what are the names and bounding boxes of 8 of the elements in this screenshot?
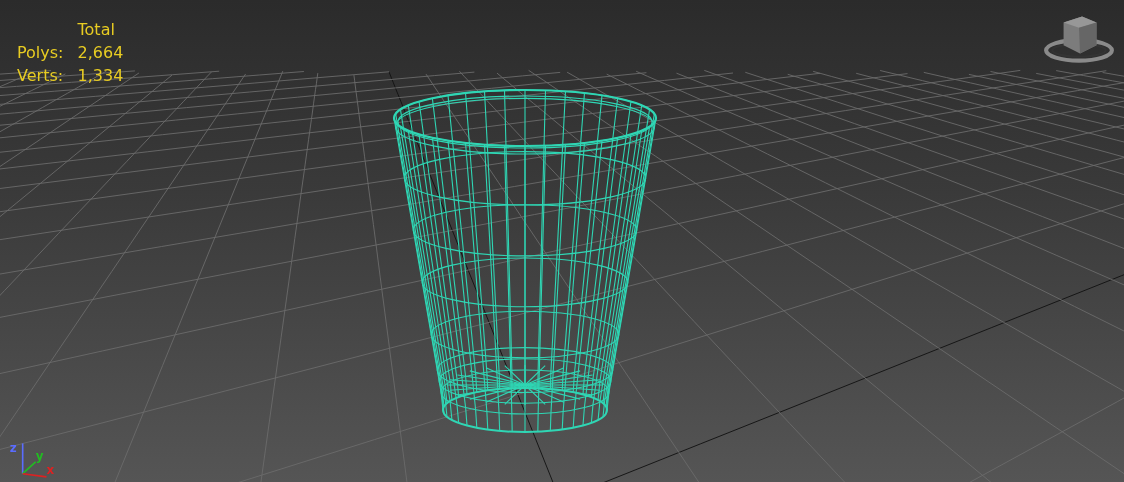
stats-column-header: Total xyxy=(77,20,116,39)
stat-value: 2,664 xyxy=(77,43,124,62)
axis-label: x xyxy=(46,462,55,477)
stat-label: Verts: xyxy=(17,66,64,85)
stat-label: Polys: xyxy=(17,43,64,62)
axis-label: z xyxy=(9,441,17,456)
stat-value: 1,334 xyxy=(77,66,124,85)
axis-label: y xyxy=(35,448,44,463)
